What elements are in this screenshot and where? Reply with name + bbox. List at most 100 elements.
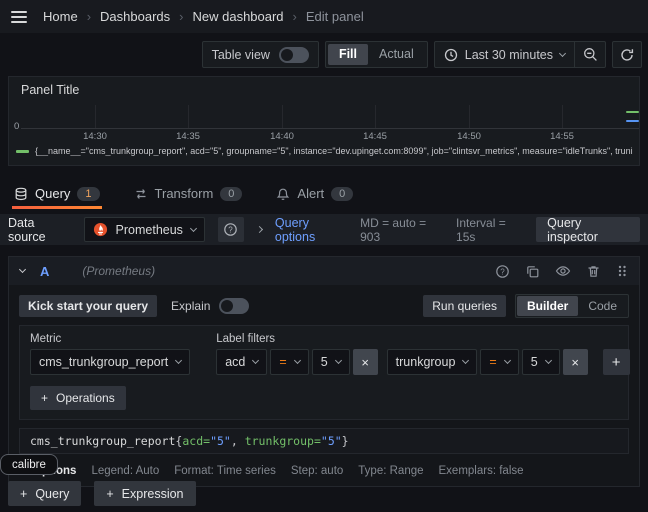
refresh-button[interactable] [612, 41, 642, 68]
table-view-control[interactable]: Table view [202, 41, 319, 68]
y-axis-tick-zero: 0 [14, 121, 19, 132]
gridline [375, 105, 376, 128]
datasource-label: Data source [8, 216, 71, 244]
metric-select[interactable]: cms_trunkgroup_report [30, 349, 190, 375]
collapse-chevron-icon[interactable] [19, 266, 26, 273]
remove-filter-button[interactable]: × [563, 349, 588, 375]
transform-icon [134, 187, 148, 201]
time-range-picker[interactable]: Last 30 minutes [435, 42, 574, 67]
add-query-button[interactable]: + Query [8, 481, 81, 506]
builder-code-segmented: Builder Code [515, 294, 629, 318]
query-inspector-button[interactable]: Query inspector [536, 217, 640, 242]
breadcrumb-edit-panel: Edit panel [306, 9, 364, 24]
chevron-right-icon[interactable] [256, 226, 263, 233]
query-builder-box: Metric cms_trunkgroup_report Label filte… [19, 325, 629, 420]
filter-operator-select[interactable]: = [480, 349, 518, 375]
add-expression-button[interactable]: + Expression [94, 481, 195, 506]
breadcrumb-separator: › [293, 9, 297, 24]
filter-value: 5 [321, 355, 328, 369]
panel-title[interactable]: Panel Title [21, 83, 79, 97]
tab-alert-count: 0 [331, 187, 353, 201]
x-axis-tick: 14:40 [261, 131, 303, 142]
fill-actual-segmented: Fill Actual [325, 41, 428, 68]
prometheus-icon [93, 222, 108, 237]
gridline [282, 105, 283, 128]
duplicate-icon[interactable] [525, 264, 540, 279]
x-axis-tick: 14:50 [448, 131, 490, 142]
add-filter-button[interactable]: + [603, 349, 630, 375]
metric-value: cms_trunkgroup_report [39, 355, 168, 369]
time-range-label: Last 30 minutes [465, 48, 553, 62]
explain-toggle[interactable] [219, 298, 249, 314]
add-operations-button[interactable]: + Operations [30, 386, 126, 410]
tab-query[interactable]: Query 1 [12, 184, 102, 209]
fill-button[interactable]: Fill [328, 44, 368, 65]
datasource-help-button[interactable]: ? [218, 217, 244, 242]
query-editor-row: A (Prometheus) ? Kick start your query E… [8, 256, 640, 487]
filter-label-select[interactable]: acd [216, 349, 267, 375]
filter-value-select[interactable]: 5 [522, 349, 560, 375]
legend-item[interactable]: {__name__="cms_trunkgroup_report", acd="… [16, 146, 637, 156]
plus-icon: + [41, 391, 48, 405]
legend-label: {__name__="cms_trunkgroup_report", acd="… [35, 146, 633, 156]
filter-operator-select[interactable]: = [270, 349, 308, 375]
actual-button[interactable]: Actual [368, 44, 425, 65]
bell-icon [276, 187, 290, 201]
option-step: Step: auto [291, 465, 343, 477]
code-mode-button[interactable]: Code [578, 296, 627, 316]
breadcrumb-home[interactable]: Home [43, 9, 78, 24]
tab-alert[interactable]: Alert 0 [274, 184, 355, 209]
tab-transform-label: Transform [155, 186, 214, 201]
label-filter-row: acd = 5 × [216, 349, 377, 375]
chevron-down-icon [545, 357, 552, 364]
chevron-down-icon [335, 357, 342, 364]
metric-label: Metric [30, 333, 190, 345]
trash-icon[interactable] [586, 264, 601, 279]
tab-transform[interactable]: Transform 0 [132, 184, 245, 209]
explain-label: Explain [171, 299, 210, 313]
datasource-bar: Data source Prometheus ? Query options M… [0, 214, 648, 245]
preview-value: "5" [321, 434, 342, 448]
preview-label: acd [182, 434, 203, 448]
explain-control: Explain [171, 298, 249, 314]
run-queries-button[interactable]: Run queries [423, 295, 506, 317]
drag-handle-icon[interactable] [616, 264, 628, 278]
gridline [188, 105, 189, 128]
preview-comma: , [231, 434, 245, 448]
breadcrumb-new-dashboard[interactable]: New dashboard [192, 9, 283, 24]
hamburger-menu-icon[interactable] [11, 11, 27, 23]
refresh-icon [620, 48, 634, 62]
zoom-out-time-button[interactable] [575, 42, 605, 67]
x-axis-tick: 14:35 [167, 131, 209, 142]
filter-label-value: acd [225, 355, 245, 369]
query-row-header[interactable]: A (Prometheus) ? [9, 257, 639, 285]
metric-field: Metric cms_trunkgroup_report [30, 333, 190, 375]
table-view-toggle[interactable] [279, 47, 309, 63]
chevron-down-icon [462, 357, 469, 364]
tab-transform-count: 0 [220, 187, 242, 201]
options-summary-row[interactable]: Options Legend: Auto Format: Time series… [19, 465, 629, 477]
interval-text: Interval = 15s [456, 216, 523, 244]
gridline [95, 105, 96, 128]
builder-mode-button[interactable]: Builder [517, 296, 578, 316]
filter-value-select[interactable]: 5 [312, 349, 350, 375]
option-format: Format: Time series [174, 465, 276, 477]
query-row-actions: ? [495, 263, 628, 279]
help-circle-icon[interactable]: ? [495, 264, 510, 279]
datasource-picker[interactable]: Prometheus [84, 217, 205, 242]
label-filter-row: trunkgroup = 5 × [387, 349, 588, 375]
filter-label-value: trunkgroup [396, 355, 456, 369]
kick-start-query-button[interactable]: Kick start your query [19, 295, 157, 317]
breadcrumb-dashboards[interactable]: Dashboards [100, 9, 170, 24]
chevron-down-icon [190, 224, 197, 231]
operations-label: Operations [56, 391, 115, 405]
filter-label-select[interactable]: trunkgroup [387, 349, 478, 375]
option-type: Type: Range [358, 465, 423, 477]
remove-filter-button[interactable]: × [353, 349, 378, 375]
magnifier-minus-icon [583, 47, 598, 62]
eye-icon[interactable] [555, 263, 571, 279]
preview-label: trunkgroup [245, 434, 314, 448]
panel-editor-toolbar: Table view Fill Actual Last 30 minutes [202, 41, 642, 68]
max-data-points-text: MD = auto = 903 [360, 216, 443, 244]
query-options-link[interactable]: Query options [275, 216, 347, 244]
